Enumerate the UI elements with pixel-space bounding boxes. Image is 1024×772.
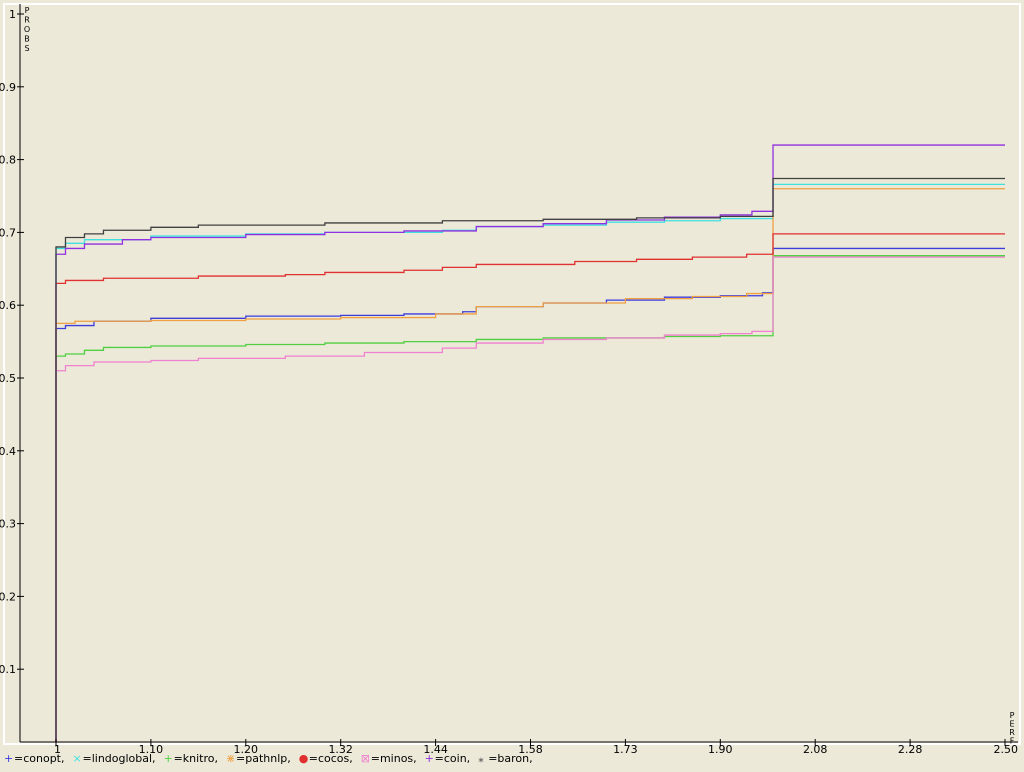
legend-label-knitro: =knitro, [174,752,218,765]
legend: + =conopt, × =lindoglobal, + =knitro, ⋇ =pathnl… [4,752,533,765]
series-line-baron [55,177,1005,742]
y-tick-label: 0.8 [0,154,16,167]
legend-label-coin: =coin, [435,752,471,765]
series-line-cocos [55,233,1005,742]
series-layer [55,144,1005,742]
x-tick-label: 1.90 [708,743,733,756]
series-line-pathnlp [55,188,1005,742]
series-line-minos [55,256,1005,742]
legend-label-baron: =baron, [488,752,532,765]
series-line-knitro [55,255,1005,742]
legend-marker-knitro: + [164,752,173,765]
legend-label-lindoglobal: =lindoglobal, [83,752,156,765]
series-line-coin [55,144,1005,742]
legend-marker-lindoglobal: × [73,752,82,765]
x-tick-label: 2.50 [994,743,1019,756]
x-tick-label: 1.73 [613,743,638,756]
y-tick-label: 0.5 [0,372,16,385]
y-tick-label: 0.7 [0,226,16,239]
y-tick-label: 1 [9,8,16,21]
series-line-lindoglobal [55,183,1005,742]
y-tick-label: 0.9 [0,81,16,94]
x-tick-label: 2.28 [898,743,923,756]
legend-marker-pathnlp: ⋇ [226,752,235,765]
y-tick-label: 0.4 [0,445,16,458]
y-tick-label: 0.2 [0,590,16,603]
legend-label-pathnlp: =pathnlp, [236,752,291,765]
y-tick-label: 0.6 [0,299,16,312]
performance-profile-chart: 0.1 0.2 0.3 0.4 0.5 0.6 0.7 0.8 0.9 1 1 1.10 1.20 1.… [0,0,1024,768]
legend-label-conopt: =conopt, [14,752,65,765]
legend-marker-cocos: ● [299,752,309,765]
y-axis-title: PROBS [24,6,30,53]
y-tick-label: 0.1 [0,663,16,676]
legend-marker-conopt: + [4,752,13,765]
plot-frame [3,3,1021,745]
x-axis-title: PERF [1009,711,1015,746]
legend-label-cocos: =cocos, [309,752,353,765]
chart-svg: 0.10.20.30.40.50.60.70.80.91 1 1.10 1.20 1.… [0,3,1021,765]
series-line-conopt [55,247,1005,742]
legend-marker-baron: ⁎ [478,752,484,765]
legend-label-minos: =minos, [371,752,417,765]
legend-marker-minos: ⊠ [361,752,370,765]
legend-marker-coin: + [425,752,434,765]
y-tick-label: 0.3 [0,518,16,531]
x-tick-label: 2.08 [803,743,828,756]
